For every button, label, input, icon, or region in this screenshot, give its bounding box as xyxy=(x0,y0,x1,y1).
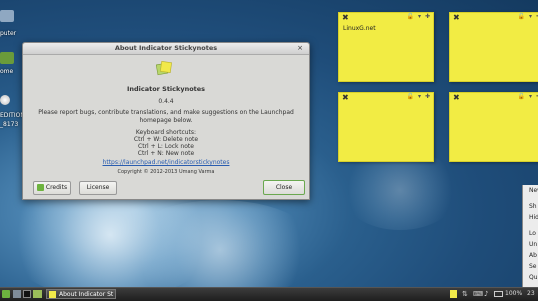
computer-icon[interactable] xyxy=(0,10,14,22)
close-icon[interactable]: ✖ xyxy=(342,93,349,102)
shortcuts-heading: Keyboard shortcuts: xyxy=(135,129,197,136)
sticky-note[interactable]: ✖ 🔓 ▾ ✚ xyxy=(449,12,538,82)
close-label: Close xyxy=(275,184,293,191)
menu-item-hide[interactable]: Hid xyxy=(523,212,538,223)
app-logo-icon xyxy=(155,60,172,76)
menu-item-settings[interactable]: Se xyxy=(523,261,538,272)
close-icon[interactable]: ✖ xyxy=(342,13,349,22)
taskbar-window-label: About Indicator St xyxy=(59,291,114,298)
report-message: Please report bugs, contribute translati… xyxy=(38,109,294,124)
taskbar: About Indicator St ⇅ ⌨ ♪ 100% 23 xyxy=(0,287,538,301)
credits-label: Credits xyxy=(45,184,68,191)
menu-item-unlock[interactable]: Un xyxy=(523,239,538,250)
note-tools-icon[interactable]: 🔓 ▾ ✚ xyxy=(407,93,431,100)
note-tools-icon[interactable]: 🔓 ▾ ✚ xyxy=(518,93,538,100)
shortcut-delete: Ctrl + W: Delete note xyxy=(133,136,199,143)
credits-icon xyxy=(36,184,44,191)
close-icon[interactable]: × xyxy=(297,43,303,54)
home-icon[interactable] xyxy=(0,52,14,64)
license-button[interactable]: License xyxy=(79,181,117,195)
credits-button[interactable]: Credits xyxy=(33,181,71,195)
desktop-icon-label: _8173 xyxy=(0,121,19,128)
desktop: { "desktop": { "icons": ["puter", "ome",… xyxy=(0,0,538,301)
sticky-note[interactable]: ✖ 🔓 ▾ ✚ LinuxG.net xyxy=(338,12,434,82)
note-text[interactable] xyxy=(450,23,538,27)
desktop-icon-label: EDITION xyxy=(0,112,25,119)
note-text[interactable]: LinuxG.net xyxy=(339,23,433,34)
network-icon[interactable]: ⇅ xyxy=(462,290,468,298)
indicator-menu: New Sh Hid Lo Un Ab Se Qu xyxy=(522,185,538,287)
battery-icon[interactable] xyxy=(494,291,503,297)
note-tools-icon[interactable]: 🔓 ▾ ✚ xyxy=(407,13,431,20)
sticky-note[interactable]: ✖ 🔓 ▾ ✚ xyxy=(338,92,434,162)
desktop-icon-label: ome xyxy=(0,68,14,75)
background-splash xyxy=(120,200,320,300)
menu-icon[interactable] xyxy=(2,290,10,298)
stickynotes-tray-icon[interactable] xyxy=(450,290,457,298)
files-icon[interactable] xyxy=(33,290,42,298)
app-version: 0.4.4 xyxy=(158,98,174,105)
battery-percent: 100% xyxy=(505,290,523,297)
clock[interactable]: 23 xyxy=(527,290,535,297)
close-button[interactable]: Close xyxy=(263,180,305,195)
shortcut-new: Ctrl + N: New note xyxy=(137,150,195,157)
menu-item-lock[interactable]: Lo xyxy=(523,228,538,239)
close-icon[interactable]: ✖ xyxy=(453,13,460,22)
note-tools-icon[interactable]: 🔓 ▾ ✚ xyxy=(518,13,538,20)
taskbar-window[interactable]: About Indicator St xyxy=(46,289,116,299)
note-text[interactable] xyxy=(339,103,433,107)
disc-icon[interactable] xyxy=(0,95,10,105)
desktop-icon-label: puter xyxy=(0,30,17,37)
background-splash xyxy=(340,150,460,230)
sticky-note[interactable]: ✖ 🔓 ▾ ✚ xyxy=(449,92,538,162)
volume-icon[interactable]: ♪ xyxy=(484,290,488,298)
show-desktop-icon[interactable] xyxy=(13,290,21,298)
shortcut-lock: Ctrl + L: Lock note xyxy=(138,143,194,150)
homepage-link[interactable]: https://launchpad.net/indicatorstickynot… xyxy=(23,159,309,166)
license-label: License xyxy=(86,184,110,191)
copyright: Copyright © 2012-2013 Umang Varma xyxy=(117,169,215,175)
terminal-icon[interactable] xyxy=(23,290,31,298)
note-text[interactable] xyxy=(450,103,538,107)
keyboard-icon[interactable]: ⌨ xyxy=(473,290,483,298)
menu-item-show[interactable]: Sh xyxy=(523,201,538,212)
close-icon[interactable]: ✖ xyxy=(453,93,460,102)
menu-item-new[interactable]: New xyxy=(523,185,538,196)
menu-item-about[interactable]: Ab xyxy=(523,250,538,261)
menu-item-quit[interactable]: Qu xyxy=(523,272,538,283)
about-dialog: About Indicator Stickynotes × Indicator … xyxy=(22,42,310,200)
app-name: Indicator Stickynotes xyxy=(126,85,206,93)
window-icon xyxy=(49,291,56,298)
dialog-title: About Indicator Stickynotes xyxy=(114,44,218,52)
dialog-titlebar[interactable]: About Indicator Stickynotes × xyxy=(23,43,309,55)
